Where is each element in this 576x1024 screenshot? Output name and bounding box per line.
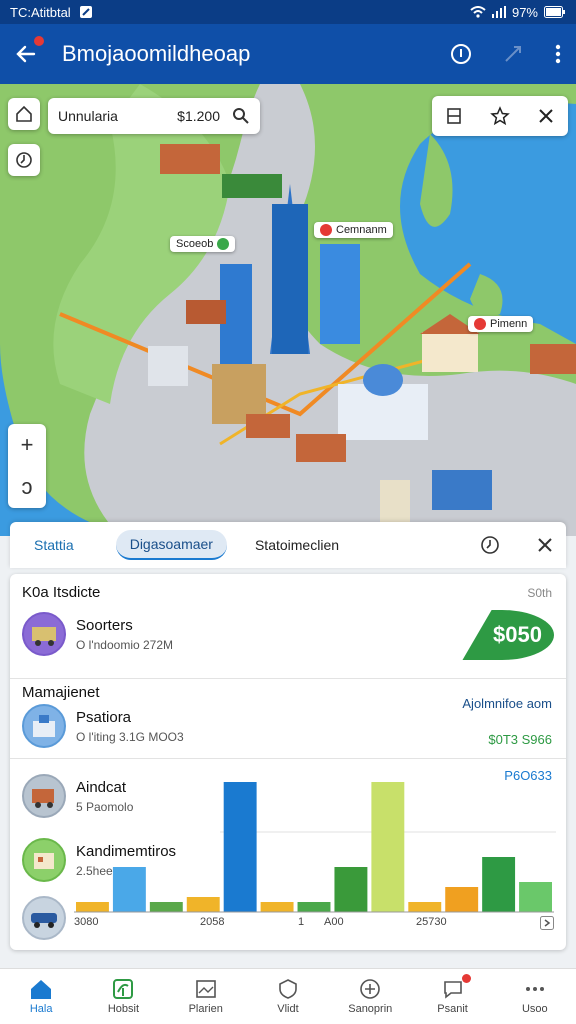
chart-axis-labels: 3080 2058 1 A00 25730 [74, 916, 554, 936]
tab-digasoamaer[interactable]: Digasoamaer [115, 530, 227, 560]
close-x-icon[interactable] [537, 107, 555, 125]
map-pin-1[interactable]: Scoeob [170, 236, 236, 252]
nav-item-usoo[interactable]: Usoo [503, 978, 567, 1015]
share-icon[interactable] [502, 43, 524, 65]
compass-icon [15, 151, 33, 169]
nav-label: Vlidt [277, 1003, 299, 1015]
battery-text: 97% [511, 4, 538, 20]
compass-button[interactable] [8, 144, 40, 176]
zoom-out-button[interactable]: ↄ [22, 474, 33, 500]
map-illustration [0, 84, 576, 536]
tab-bar: Stattia Digasoamaer Statoimeclien [10, 522, 566, 568]
nav-item-home[interactable]: Hala [9, 978, 73, 1015]
add-circle-icon [359, 978, 381, 1000]
zoom-in-button[interactable]: + [21, 432, 34, 458]
chart-bar [519, 882, 552, 912]
tab-stattia[interactable]: Stattia [22, 531, 86, 559]
map-search-input[interactable]: Unnularia $1.200 [48, 98, 260, 134]
more-vert-icon[interactable] [554, 43, 562, 65]
details-panel: K0a Itsdicte S0th $050 Soorters O l'ndoo… [10, 574, 566, 950]
x-tick-label: 25730 [416, 916, 447, 928]
chart-bar [186, 897, 220, 912]
map-view[interactable] [0, 84, 576, 536]
page-title: Bmojaoomildheoap [62, 41, 251, 66]
map-pin-3[interactable]: Pimenn [468, 316, 534, 332]
pin-marker-icon [217, 238, 230, 250]
timer-icon[interactable] [480, 535, 500, 555]
chart-bar [445, 887, 479, 912]
chart-bar [112, 867, 146, 912]
x-tick-label: 3080 [74, 916, 99, 928]
nav-item-plarien[interactable]: Plarien [174, 978, 238, 1015]
app-bar: Bmojaoomildheoap [0, 24, 576, 84]
search-icon[interactable] [232, 107, 250, 125]
nav-badge-dot [461, 974, 471, 983]
x-tick-label: 1 [298, 916, 305, 928]
zoom-controls: + ↄ [8, 424, 46, 508]
more-horiz-icon [524, 978, 546, 1000]
pin-marker-icon [474, 318, 486, 330]
pin-label: Pimenn [490, 318, 528, 330]
chat-icon [442, 978, 464, 1000]
notification-icon [79, 5, 93, 19]
bottom-nav: Hala Hobsit Plarien Vlidt Sanoprin Psani… [0, 968, 576, 1024]
chart-bar [334, 867, 368, 912]
star-icon[interactable] [490, 106, 510, 126]
nav-item-sanoprin[interactable]: Sanoprin [338, 978, 402, 1015]
chart-bar [223, 782, 257, 912]
nav-label: Psanit [437, 1003, 468, 1015]
nav-item-psanit[interactable]: Psanit [421, 974, 485, 1015]
chart-bar [76, 902, 109, 912]
home-map-button[interactable] [8, 98, 40, 130]
notification-dot [34, 36, 44, 46]
pin-label: Cemnanm [336, 224, 387, 236]
bar-chart [74, 782, 556, 913]
battery-icon [544, 6, 566, 18]
info-icon[interactable] [450, 43, 472, 65]
chart-bar [260, 902, 294, 912]
pin-marker-icon [320, 224, 332, 236]
tab-statoimeclien[interactable]: Statoimeclien [243, 531, 351, 559]
x-tick-label: 2058 [200, 916, 225, 928]
nav-item-hobsit[interactable]: Hobsit [91, 978, 155, 1015]
pin-label: Scoeob [176, 238, 214, 250]
nav-item-vlidt[interactable]: Vlidt [256, 978, 320, 1015]
chart-bar [297, 902, 331, 912]
nav-label: Sanoprin [348, 1003, 393, 1015]
wifi-icon [470, 6, 486, 18]
status-carrier: TC:Atitbtal [10, 4, 71, 20]
search-value: Unnularia [58, 108, 118, 124]
chart-scroll-button[interactable] [540, 916, 554, 930]
chart-bar [408, 902, 442, 912]
signal-icon [491, 6, 506, 18]
map-pin-2[interactable]: Cemnanm [314, 222, 393, 238]
plant-icon [112, 978, 134, 1000]
search-price: $1.200 [177, 108, 220, 124]
status-bar: TC:Atitbtal 97% [0, 0, 576, 24]
home-icon [15, 105, 33, 123]
nav-label: Hobsit [107, 1003, 140, 1015]
nav-label: Plarien [188, 1003, 223, 1015]
home-icon [29, 978, 53, 1000]
nav-label: Hala [29, 1003, 53, 1015]
layers-icon[interactable] [445, 107, 463, 125]
gallery-icon [195, 978, 217, 1000]
shield-icon [277, 978, 299, 1000]
nav-label: Usoo [521, 1003, 548, 1015]
map-toolbar [432, 96, 568, 136]
close-icon[interactable] [536, 536, 554, 554]
chart-bar [371, 782, 405, 912]
x-tick-label: A00 [324, 916, 344, 928]
chart-bar [149, 902, 183, 912]
chart-bar [482, 857, 516, 912]
back-arrow-icon[interactable] [14, 36, 44, 66]
